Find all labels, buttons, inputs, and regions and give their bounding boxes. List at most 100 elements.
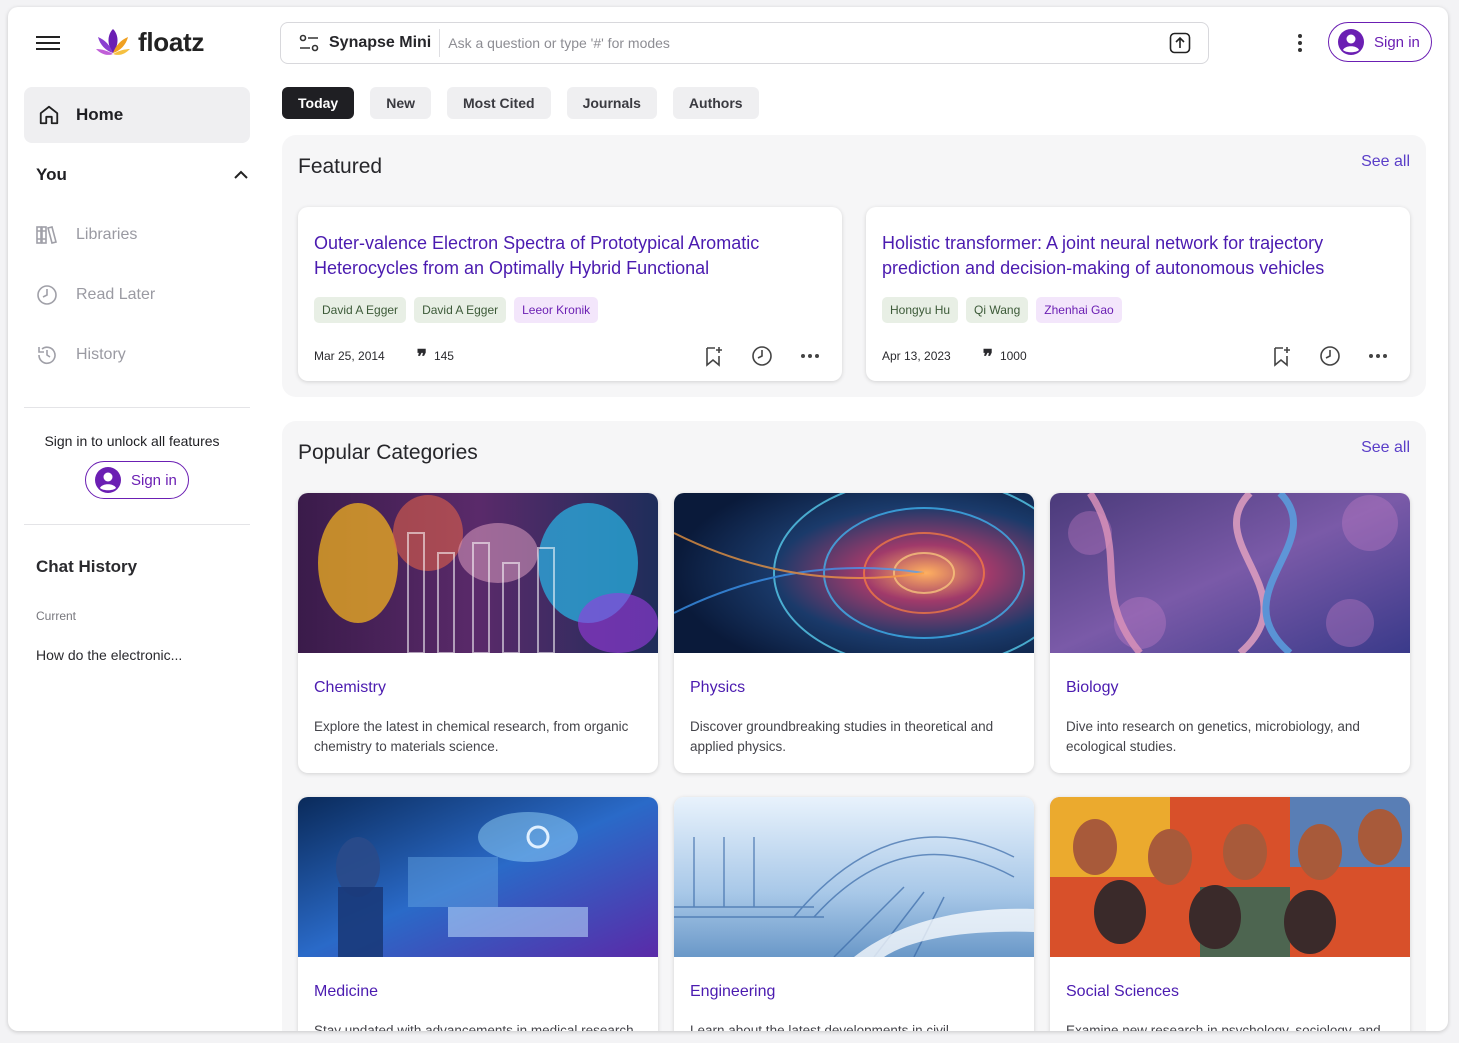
see-all-link[interactable]: See all	[1361, 153, 1410, 171]
hamburger-menu-icon[interactable]	[36, 33, 60, 53]
category-title: Chemistry	[314, 679, 387, 696]
upload-icon	[1169, 32, 1191, 54]
author-chip[interactable]: Leeor Kronik	[514, 297, 599, 323]
category-card-biology[interactable]: Biology Dive into research on genetics, …	[1050, 493, 1410, 773]
author-chips: Hongyu Hu Qi Wang Zhenhai Gao	[882, 297, 1122, 323]
paper-actions	[1270, 344, 1390, 368]
citation-count: ❞ 145	[416, 346, 454, 368]
engineering-image	[674, 797, 1034, 957]
paper-title[interactable]: Holistic transformer: A joint neural net…	[882, 231, 1382, 281]
author-chip[interactable]: Hongyu Hu	[882, 297, 959, 323]
category-card-physics[interactable]: Physics Discover groundbreaking studies …	[674, 493, 1034, 773]
search-input[interactable]	[440, 35, 1169, 51]
sidebar-divider	[24, 407, 250, 408]
bookmark-add-icon[interactable]	[1270, 344, 1294, 368]
app-window: floatz Home You Libraries Read Later His…	[8, 7, 1448, 1031]
sidebar-divider	[24, 524, 250, 525]
user-avatar-icon	[1338, 29, 1364, 55]
section-title: Popular Categories	[298, 441, 478, 464]
featured-section: Featured See all Outer-valence Electron …	[282, 135, 1426, 397]
sidebar-item-home[interactable]: Home	[24, 87, 250, 143]
lotus-logo-icon	[96, 29, 130, 55]
paper-date: Apr 13, 2023	[882, 349, 951, 363]
tab-most-cited[interactable]: Most Cited	[447, 87, 551, 119]
see-all-link[interactable]: See all	[1361, 439, 1410, 457]
quote-icon: ❞	[416, 346, 427, 368]
social-sciences-image	[1050, 797, 1410, 957]
sidebar: floatz Home You Libraries Read Later His…	[8, 7, 266, 1031]
chat-history-item[interactable]: How do the electronic...	[36, 647, 182, 663]
citation-value: 1000	[999, 349, 1027, 363]
paper-actions	[702, 344, 822, 368]
library-icon	[36, 226, 57, 244]
signin-label: Sign in	[131, 471, 177, 489]
upload-button[interactable]	[1169, 32, 1191, 54]
chat-section-label: Current	[36, 609, 77, 623]
category-card-chemistry[interactable]: Chemistry Explore the latest in chemical…	[298, 493, 658, 773]
you-section-toggle[interactable]: You	[36, 163, 248, 187]
author-chip[interactable]: Qi Wang	[966, 297, 1029, 323]
home-icon	[39, 105, 59, 125]
category-card-social-sciences[interactable]: Social Sciences Examine new research in …	[1050, 797, 1410, 1031]
signin-label: Sign in	[1374, 33, 1420, 51]
category-description: Examine new research in psychology, soci…	[1066, 1023, 1381, 1031]
category-description: Discover groundbreaking studies in theor…	[690, 719, 994, 754]
tab-new[interactable]: New	[370, 87, 431, 119]
category-title: Medicine	[314, 983, 379, 1000]
more-options-icon[interactable]	[1290, 31, 1310, 55]
sidebar-item-read-later[interactable]: Read Later	[36, 283, 236, 307]
tab-authors[interactable]: Authors	[672, 87, 759, 119]
read-later-clock-icon[interactable]	[1318, 344, 1342, 368]
category-title: Social Sciences	[1066, 983, 1179, 1000]
category-title: Physics	[690, 679, 746, 696]
category-card-engineering[interactable]: Engineering Learn about the latest devel…	[674, 797, 1034, 1031]
paper-meta: Apr 13, 2023 ❞ 1000	[882, 348, 1027, 367]
citation-count: ❞ 1000	[983, 348, 1027, 367]
category-title: Engineering	[690, 983, 776, 1000]
brand-name: floatz	[138, 26, 205, 57]
sidebar-item-label: Libraries	[76, 226, 138, 243]
signin-prompt: Sign in to unlock all features	[44, 433, 220, 449]
category-description: Dive into research on genetics, microbio…	[1066, 719, 1360, 754]
category-card-medicine[interactable]: Medicine Stay updated with advancements …	[298, 797, 658, 1031]
search-bar: Synapse Mini	[280, 22, 1209, 64]
sidebar-item-libraries[interactable]: Libraries	[36, 223, 236, 247]
header-signin-button[interactable]: Sign in	[1328, 22, 1432, 62]
mode-label: Synapse Mini	[329, 34, 432, 51]
medicine-image	[298, 797, 658, 957]
tab-journals[interactable]: Journals	[566, 87, 657, 119]
category-description: Learn about the latest developments in c…	[690, 1023, 953, 1031]
chemistry-image	[298, 493, 658, 653]
read-later-clock-icon[interactable]	[750, 344, 774, 368]
paper-meta: Mar 25, 2014 ❞ 145	[314, 346, 454, 368]
author-chip[interactable]: Zhenhai Gao	[1036, 297, 1122, 323]
category-description: Stay updated with advancements in medica…	[314, 1023, 634, 1031]
section-title: Featured	[298, 155, 383, 178]
chat-history-title: Chat History	[36, 557, 138, 576]
brand-logo[interactable]: floatz	[94, 25, 204, 59]
user-avatar-icon	[95, 467, 121, 493]
paper-card: Holistic transformer: A joint neural net…	[866, 207, 1410, 381]
paper-date: Mar 25, 2014	[314, 349, 385, 363]
author-chips: David A Egger David A Egger Leeor Kronik	[314, 297, 599, 323]
bookmark-add-icon[interactable]	[702, 344, 726, 368]
sidebar-item-history[interactable]: History	[36, 343, 236, 367]
clock-icon	[37, 285, 57, 305]
tab-today[interactable]: Today	[282, 87, 355, 119]
chevron-up-icon	[234, 170, 248, 179]
author-chip[interactable]: David A Egger	[314, 297, 407, 323]
category-title: Biology	[1066, 679, 1119, 696]
filter-tabs: Today New Most Cited Journals Authors	[282, 87, 759, 119]
paper-title[interactable]: Outer-valence Electron Spectra of Protot…	[314, 231, 814, 281]
category-description: Explore the latest in chemical research,…	[314, 719, 629, 754]
sidebar-item-label: Home	[76, 105, 124, 124]
sidebar-signin-button[interactable]: Sign in	[85, 461, 189, 499]
more-horizontal-icon[interactable]	[1366, 344, 1390, 368]
sidebar-item-label: History	[76, 346, 126, 363]
more-horizontal-icon[interactable]	[798, 344, 822, 368]
citation-value: 145	[433, 349, 454, 363]
popular-categories-section: Popular Categories See all Chemistry Exp…	[282, 421, 1426, 1031]
author-chip[interactable]: David A Egger	[414, 297, 507, 323]
mode-selector[interactable]: Synapse Mini	[281, 29, 441, 57]
sliders-icon	[299, 34, 319, 52]
